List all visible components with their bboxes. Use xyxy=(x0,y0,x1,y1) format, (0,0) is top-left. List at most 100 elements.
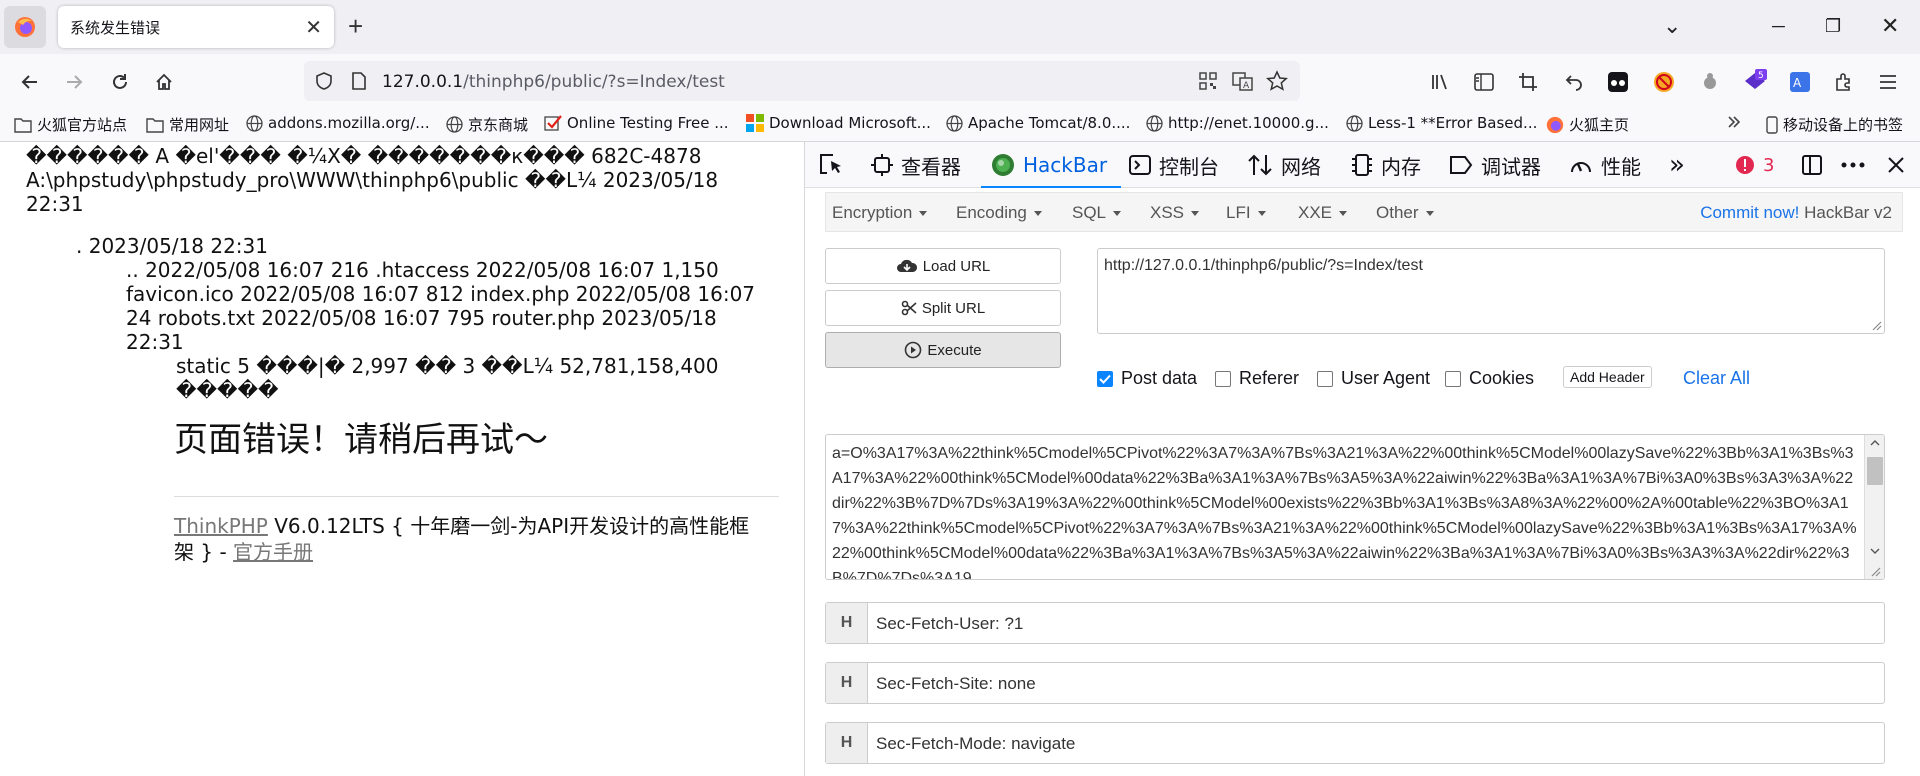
header-row[interactable]: H Sec-Fetch-User: ?1 xyxy=(825,602,1885,644)
translate-icon[interactable]: A xyxy=(1232,71,1254,91)
browser-tab-active[interactable]: 系统发生错误 ✕ xyxy=(58,6,334,48)
menu-button[interactable] xyxy=(1874,68,1902,96)
new-tab-button[interactable]: + xyxy=(348,12,363,40)
bookmark-item[interactable]: http://enet.10000.g... xyxy=(1146,114,1329,132)
bookmark-item[interactable]: 火狐主页 xyxy=(1546,114,1629,135)
bookmark-item[interactable]: 常用网址 xyxy=(146,114,229,135)
header-toggle[interactable]: H xyxy=(826,723,868,763)
header-toggle[interactable]: H xyxy=(826,663,868,703)
bookmark-item[interactable]: Less-1 **Error Based... xyxy=(1346,114,1537,132)
sidebar-button[interactable] xyxy=(1470,68,1498,96)
shield-icon[interactable] xyxy=(314,71,334,91)
add-header-button[interactable]: Add Header xyxy=(1563,366,1652,388)
extension-mask-button[interactable] xyxy=(1604,68,1632,96)
bookmark-item[interactable]: 火狐官方站点 xyxy=(14,114,127,135)
menu-encoding[interactable]: Encoding xyxy=(956,203,1042,223)
bookmark-item[interactable]: Online Testing Free ... xyxy=(544,114,729,132)
page-icon[interactable] xyxy=(350,71,368,91)
tab-console[interactable]: 控制台 xyxy=(1129,152,1219,179)
forward-button[interactable] xyxy=(60,68,88,96)
qr-code-icon[interactable] xyxy=(1198,71,1218,91)
back-button[interactable] xyxy=(16,68,44,96)
tab-inspector[interactable]: 查看器 xyxy=(871,152,961,179)
reload-icon xyxy=(110,72,130,92)
tab-network[interactable]: 网络 xyxy=(1247,152,1321,179)
mobile-bookmarks[interactable]: 移动设备上的书签 xyxy=(1766,114,1903,135)
scroll-down-icon[interactable] xyxy=(1870,547,1880,555)
tab-debugger[interactable]: 调试器 xyxy=(1449,152,1541,179)
extension-puzzle-gray-button[interactable] xyxy=(1696,68,1724,96)
menu-encryption[interactable]: Encryption xyxy=(832,203,928,223)
scroll-up-icon[interactable] xyxy=(1870,439,1880,447)
menu-xxe[interactable]: XXE xyxy=(1298,203,1348,223)
directory-line: .. 2022/05/08 16:07 216 .htaccess 2022/0… xyxy=(126,258,719,282)
undo-button[interactable] xyxy=(1560,68,1588,96)
user-agent-checkbox[interactable]: User Agent xyxy=(1317,368,1430,389)
post-data-textarea[interactable]: a=O%3A17%3A%22think%5Cmodel%5CPivot%22%3… xyxy=(825,434,1885,580)
split-url-button[interactable]: Split URL xyxy=(825,290,1061,326)
reload-button[interactable] xyxy=(106,68,134,96)
extension-translate-button[interactable]: A xyxy=(1786,68,1814,96)
devtools-options-button[interactable] xyxy=(1841,152,1865,178)
referer-checkbox[interactable]: Referer xyxy=(1215,368,1299,389)
post-data-scrollbar[interactable] xyxy=(1864,435,1884,579)
url-path: /thinphp6/public/?s=Index/test xyxy=(463,72,725,92)
commit-link[interactable]: Commit now! HackBar v2 xyxy=(1700,203,1892,223)
firefox-view-button[interactable] xyxy=(4,6,46,48)
element-picker-button[interactable] xyxy=(819,152,845,178)
screenshot-button[interactable] xyxy=(1514,68,1542,96)
execute-button[interactable]: Execute xyxy=(825,332,1061,368)
tab-hackbar[interactable]: HackBar xyxy=(991,152,1107,178)
folder-icon xyxy=(146,117,164,133)
tab-performance[interactable]: 性能 xyxy=(1569,152,1641,179)
list-all-tabs-button[interactable]: ⌄ xyxy=(1663,12,1681,40)
translate-blue-icon: A xyxy=(1789,71,1811,93)
debugger-icon xyxy=(1449,154,1473,176)
bookmark-star-icon[interactable] xyxy=(1266,70,1288,92)
footer-text: V6.0.12LTS { 十年磨一剑-为API开发设计的高性能框 xyxy=(267,514,750,538)
post-data-checkbox[interactable]: Post data xyxy=(1097,368,1197,389)
more-tabs-button[interactable]: » xyxy=(1669,150,1685,180)
minimize-button[interactable]: ─ xyxy=(1772,12,1785,40)
extension-hackbar-button[interactable]: 5 xyxy=(1742,68,1770,96)
globe-icon xyxy=(246,114,263,132)
devtools-panel: 查看器 HackBar 控制台 网络 内存 调试器 性能 » 3 Encrypt… xyxy=(804,142,1920,776)
divider xyxy=(174,496,779,497)
more-bookmarks-chevron[interactable] xyxy=(1726,114,1742,130)
window-close-button[interactable]: ✕ xyxy=(1881,12,1899,40)
clear-all-link[interactable]: Clear All xyxy=(1683,368,1750,389)
close-tab-icon[interactable]: ✕ xyxy=(305,15,322,40)
directory-line: 22:31 xyxy=(126,330,184,354)
extensions-button[interactable] xyxy=(1830,68,1858,96)
load-url-button[interactable]: Load URL xyxy=(825,248,1061,284)
resize-grip-icon[interactable] xyxy=(1870,319,1882,331)
cookies-checkbox[interactable]: Cookies xyxy=(1445,368,1534,389)
bookmark-item[interactable]: 京东商城 xyxy=(446,114,528,135)
thinkphp-link[interactable]: ThinkPHP xyxy=(174,514,268,538)
menu-lfi[interactable]: LFI xyxy=(1226,203,1266,223)
menu-xss[interactable]: XSS xyxy=(1150,203,1200,223)
restore-button[interactable]: ❐ xyxy=(1825,12,1841,40)
directory-line: . 2023/05/18 22:31 xyxy=(76,234,268,258)
url-textarea[interactable]: http://127.0.0.1/thinphp6/public/?s=Inde… xyxy=(1097,248,1885,334)
bookmark-item[interactable]: addons.mozilla.org/... xyxy=(246,114,430,132)
tab-memory[interactable]: 内存 xyxy=(1351,152,1421,179)
scroll-thumb[interactable] xyxy=(1867,457,1883,485)
header-row[interactable]: H Sec-Fetch-Mode: navigate xyxy=(825,722,1885,764)
header-toggle[interactable]: H xyxy=(826,603,868,643)
header-row[interactable]: H Sec-Fetch-Site: none xyxy=(825,662,1885,704)
resize-grip-icon[interactable] xyxy=(1869,565,1881,577)
close-devtools-button[interactable] xyxy=(1887,152,1905,178)
error-count-badge[interactable]: 3 xyxy=(1735,152,1774,178)
home-button[interactable] xyxy=(150,68,178,96)
address-bar[interactable]: 127.0.0.1/thinphp6/public/?s=Index/test … xyxy=(304,61,1300,101)
library-button[interactable] xyxy=(1426,68,1454,96)
bookmark-item[interactable]: Download Microsoft... xyxy=(746,114,931,132)
double-chevron-icon xyxy=(1726,114,1742,130)
menu-sql[interactable]: SQL xyxy=(1072,203,1122,223)
bookmark-item[interactable]: Apache Tomcat/8.0.... xyxy=(946,114,1130,132)
menu-other[interactable]: Other xyxy=(1376,203,1434,223)
extension-blocker-button[interactable] xyxy=(1650,68,1678,96)
manual-link[interactable]: 官方手册 xyxy=(233,540,313,564)
dock-button[interactable] xyxy=(1801,152,1823,178)
